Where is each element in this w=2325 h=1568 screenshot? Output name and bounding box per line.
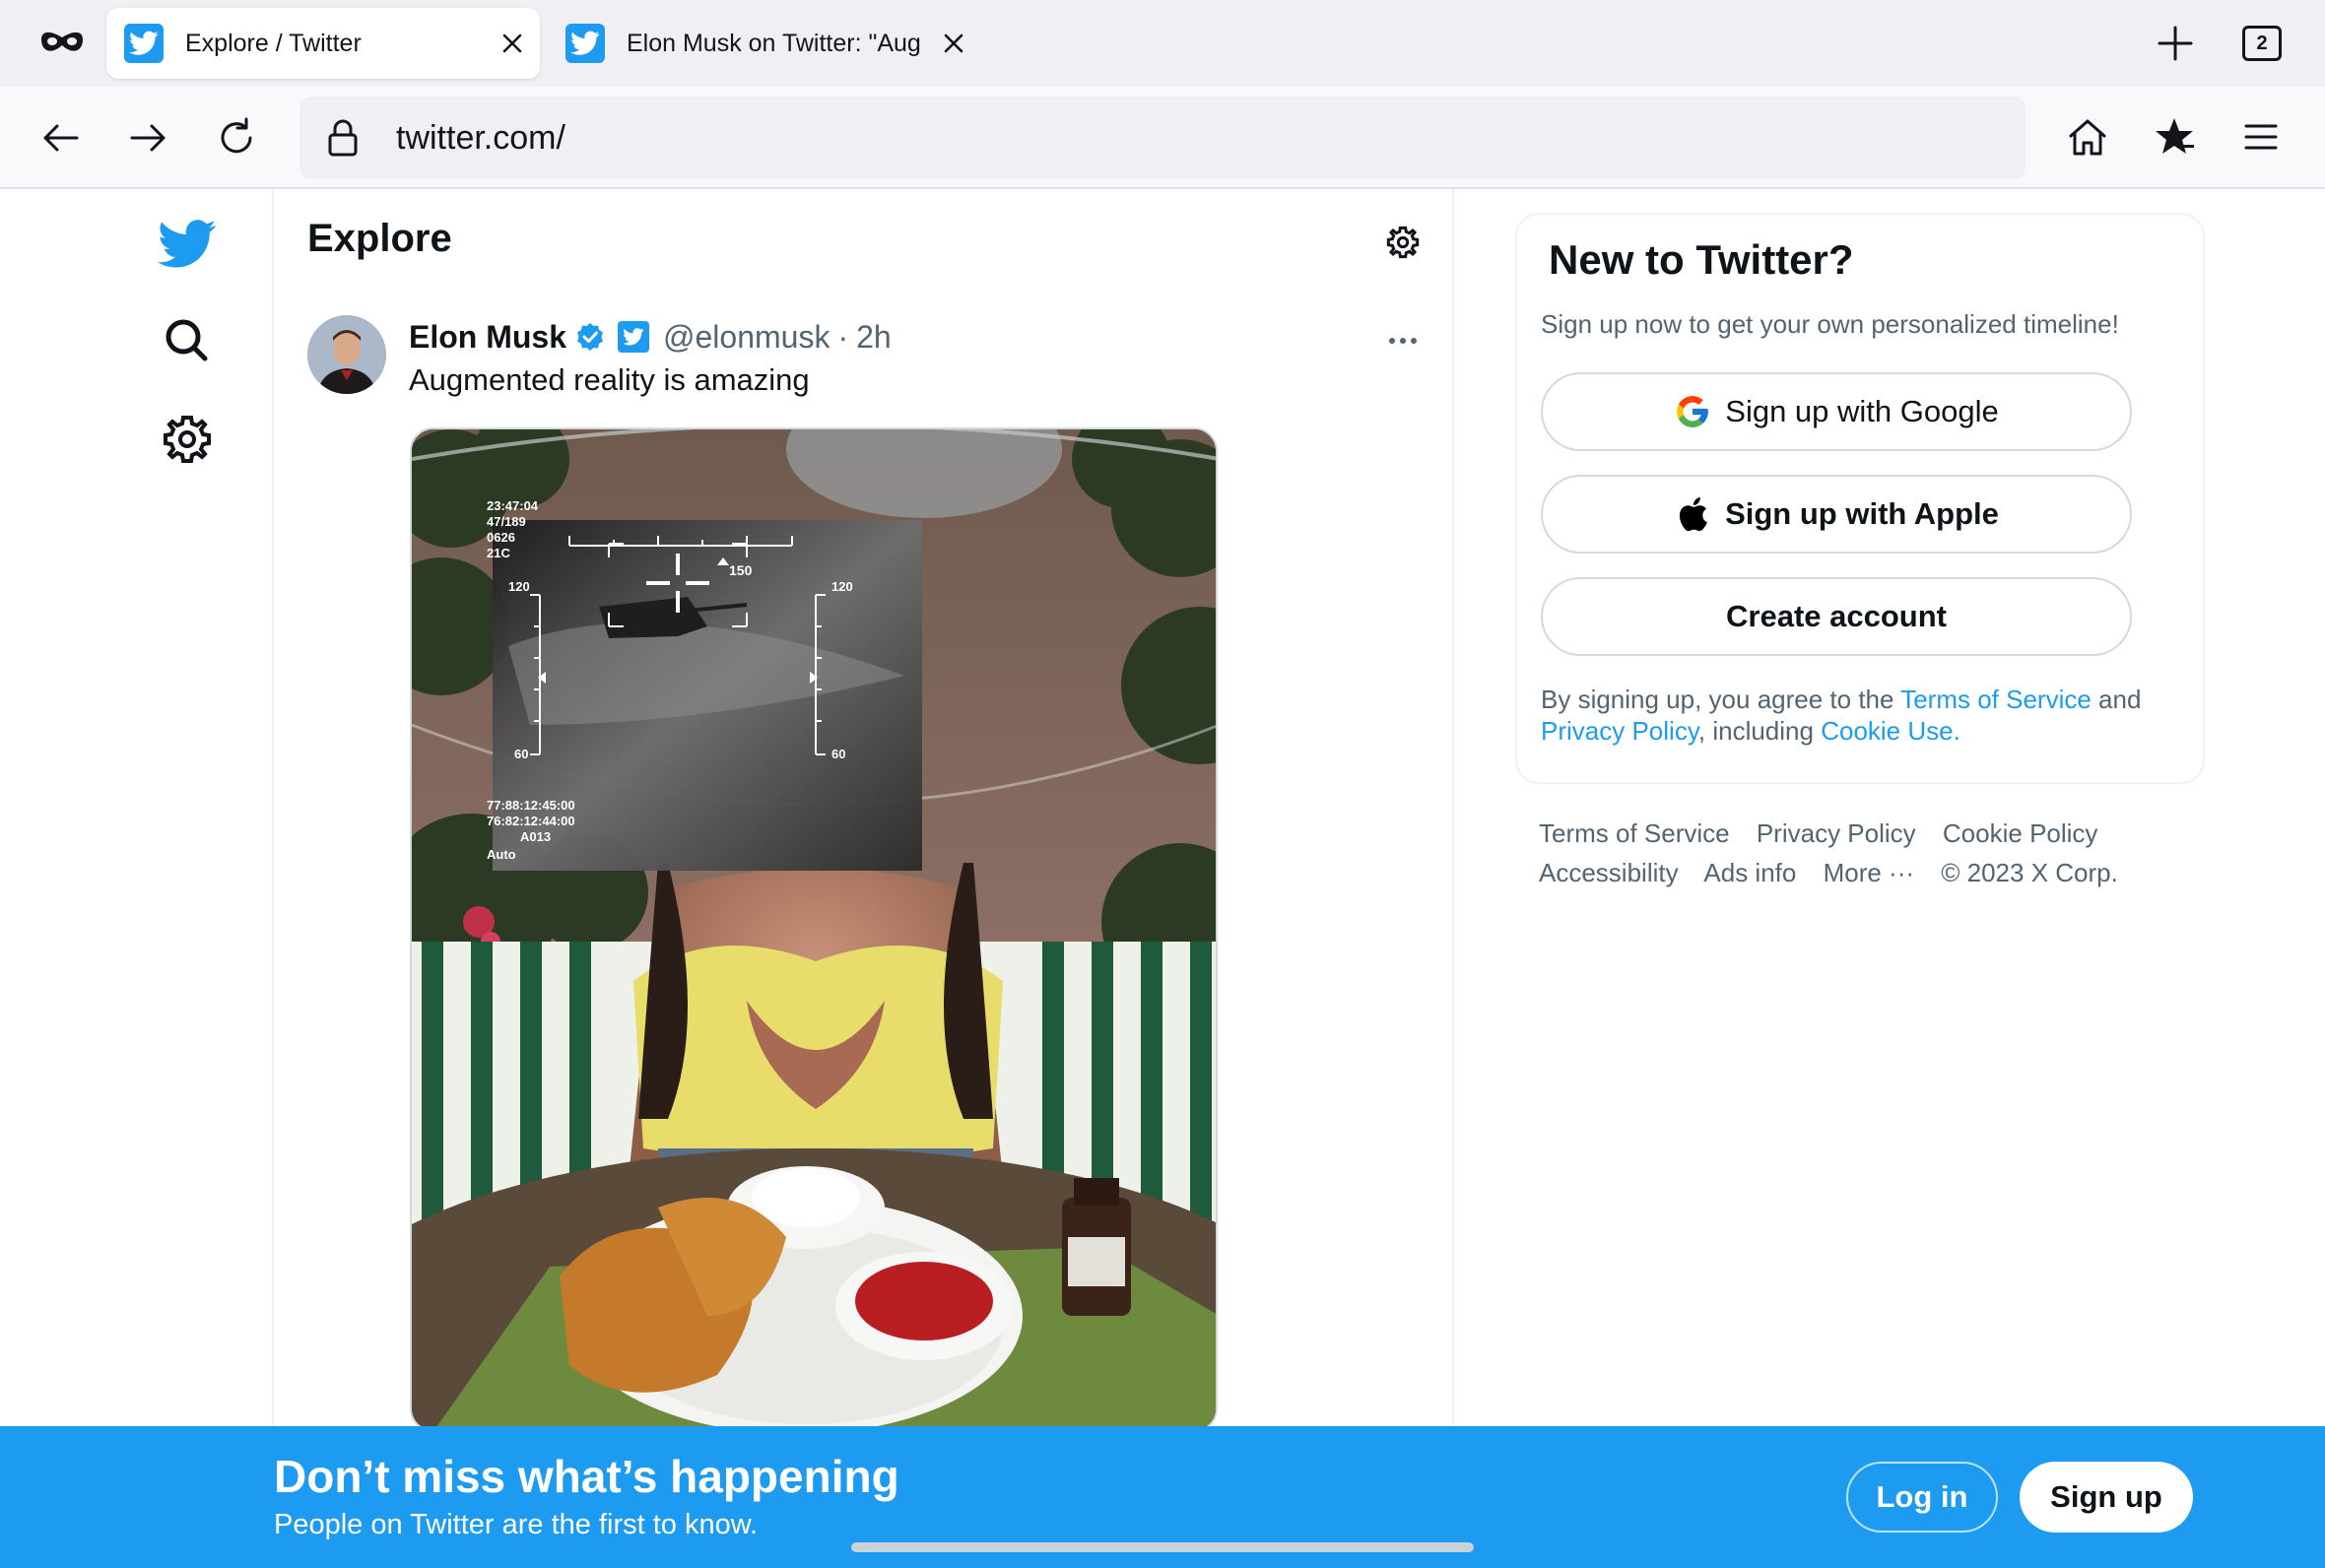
- menu-hamburger-icon[interactable]: [2236, 112, 2286, 162]
- tweet-timestamp[interactable]: 2h: [856, 319, 892, 356]
- hud-readout-line: 47/189: [487, 514, 526, 529]
- more-options-icon[interactable]: [1383, 321, 1423, 360]
- signup-terms-text: By signing up, you agree to the Terms of…: [1541, 684, 2191, 747]
- sign-up-button[interactable]: Sign up: [2020, 1462, 2193, 1533]
- close-tab-icon[interactable]: [498, 30, 526, 57]
- ar-photo-illustration: 150 120 60 120 60 23:47:04 47/189 0626 2…: [412, 429, 1216, 1430]
- tab-elon-musk-tweet[interactable]: Elon Musk on Twitter: "Aug: [548, 8, 981, 79]
- hud-readout-line: 77:88:12:45:00: [487, 798, 575, 813]
- footer-copyright: © 2023 X Corp.: [1941, 858, 2118, 887]
- terms-prefix: By signing up, you agree to the: [1541, 685, 1901, 714]
- tweet-media-photo[interactable]: 150 120 60 120 60 23:47:04 47/189 0626 2…: [410, 427, 1218, 1432]
- log-in-button[interactable]: Log in: [1846, 1462, 1998, 1533]
- sign-up-with-apple-button[interactable]: Sign up with Apple: [1541, 475, 2132, 554]
- twitter-left-nav: [0, 189, 274, 1568]
- tweet-text: Augmented reality is amazing: [409, 362, 810, 397]
- footer-link-ads-info[interactable]: Ads info: [1703, 858, 1796, 887]
- apple-button-label: Sign up with Apple: [1725, 496, 1999, 531]
- twitter-bird-icon: [124, 24, 164, 63]
- hud-readout-line: A013: [520, 829, 551, 844]
- create-account-label: Create account: [1726, 599, 1947, 633]
- separator-dot: ·: [837, 318, 849, 355]
- cookie-use-link[interactable]: Cookie Use: [1821, 716, 1953, 746]
- banner-subtitle: People on Twitter are the first to know.: [274, 1509, 759, 1540]
- google-logo-icon: [1677, 396, 1709, 427]
- tab-title: Elon Musk on Twitter: "Aug: [627, 30, 921, 57]
- avatar[interactable]: [307, 315, 386, 394]
- home-indicator-bar[interactable]: [851, 1542, 1474, 1552]
- tweet-header: Elon Musk @elonmusk · 2h: [409, 315, 892, 359]
- twitter-logo-icon[interactable]: [158, 215, 217, 274]
- signup-prompt-banner: Don’t miss what’s happening People on Tw…: [0, 1426, 2325, 1568]
- search-icon[interactable]: [158, 311, 217, 370]
- footer-link-more[interactable]: More ···: [1824, 858, 1914, 887]
- terms-end: .: [1953, 716, 1960, 746]
- sidebar-footer-links: Terms of Service Privacy Policy Cookie P…: [1539, 814, 2209, 892]
- signup-card-subtitle: Sign up now to get your own personalized…: [1541, 309, 2119, 339]
- browser-tab-bar: Explore / Twitter Elon Musk on Twitter: …: [0, 0, 2325, 87]
- signup-card-title: New to Twitter?: [1549, 236, 1854, 283]
- page-title: Explore: [307, 217, 452, 260]
- hud-right-scale-top: 120: [831, 579, 853, 594]
- back-arrow-icon[interactable]: [39, 116, 83, 160]
- browser-toolbar: twitter.com/: [0, 87, 2325, 189]
- terms-and: and: [2091, 685, 2142, 714]
- hud-readout-line: 23:47:04: [487, 498, 539, 513]
- tab-explore-twitter[interactable]: Explore / Twitter: [106, 8, 540, 79]
- footer-link-accessibility[interactable]: Accessibility: [1539, 858, 1679, 887]
- lock-icon[interactable]: [321, 116, 365, 160]
- google-button-label: Sign up with Google: [1725, 394, 1999, 428]
- close-tab-icon[interactable]: [940, 30, 967, 57]
- explore-main-column: Explore Elon Musk @elonmusk · 2h Augment…: [276, 189, 1454, 1568]
- url-text[interactable]: twitter.com/: [396, 97, 565, 179]
- tab-title: Explore / Twitter: [185, 30, 362, 57]
- home-icon[interactable]: [2063, 112, 2112, 162]
- footer-link-cookie[interactable]: Cookie Policy: [1943, 818, 2098, 848]
- new-tab-plus-icon[interactable]: [2156, 24, 2195, 63]
- terms-of-service-link[interactable]: Terms of Service: [1900, 685, 2092, 714]
- banner-title: Don’t miss what’s happening: [274, 1451, 899, 1502]
- explore-settings-icon[interactable]: [1383, 223, 1423, 262]
- twitter-bird-icon: [565, 24, 605, 63]
- hud-left-scale-bottom: 60: [514, 747, 528, 761]
- sign-up-with-google-button[interactable]: Sign up with Google: [1541, 372, 2132, 451]
- reload-icon[interactable]: [215, 116, 258, 160]
- hud-readout-line: 21C: [487, 546, 510, 560]
- tab-count-button[interactable]: 2: [2242, 26, 2282, 61]
- new-to-twitter-card: New to Twitter? Sign up now to get your …: [1515, 213, 2205, 784]
- create-account-button[interactable]: Create account: [1541, 577, 2132, 656]
- tweet-handle[interactable]: @elonmusk: [663, 319, 830, 356]
- address-bar[interactable]: twitter.com/: [299, 97, 2026, 179]
- hud-right-scale-bottom: 60: [831, 747, 845, 761]
- settings-icon[interactable]: [158, 410, 217, 469]
- terms-including: , including: [1697, 716, 1822, 746]
- hud-readout-line: 76:82:12:44:00: [487, 814, 575, 828]
- forward-arrow-icon[interactable]: [126, 116, 169, 160]
- hud-readout-line: 0626: [487, 530, 515, 545]
- privacy-policy-link[interactable]: Privacy Policy: [1541, 716, 1698, 746]
- tweet-author-name[interactable]: Elon Musk: [409, 319, 566, 356]
- hud-left-scale-top: 120: [508, 579, 530, 594]
- hud-compass-value: 150: [729, 562, 753, 578]
- verified-badge-icon: [577, 323, 604, 351]
- hud-readout-line: Auto: [487, 847, 516, 862]
- private-browsing-mask-icon: [41, 32, 83, 51]
- footer-link-privacy[interactable]: Privacy Policy: [1757, 818, 1916, 848]
- footer-link-terms[interactable]: Terms of Service: [1539, 818, 1730, 848]
- affiliate-twitter-badge-icon: [618, 321, 650, 353]
- apple-logo-icon: [1680, 497, 1707, 532]
- bookmarks-star-icon[interactable]: [2150, 112, 2199, 162]
